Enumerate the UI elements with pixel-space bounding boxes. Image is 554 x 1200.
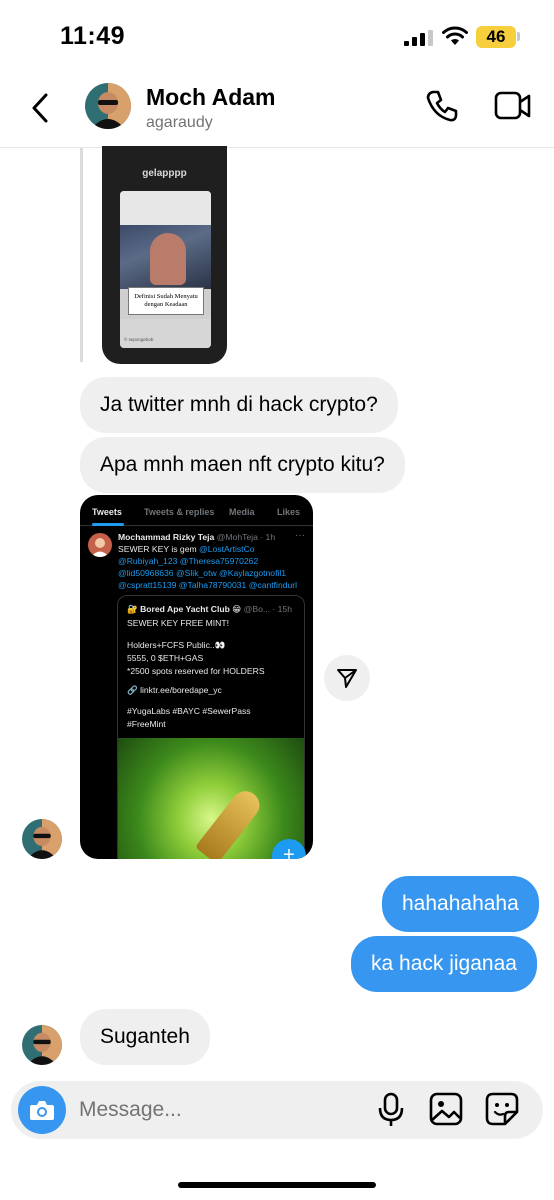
share-button[interactable] xyxy=(324,655,370,701)
home-indicator xyxy=(178,1182,376,1188)
tweet-text: SEWER KEY is gem xyxy=(118,544,200,554)
outgoing-message[interactable]: ka hack jiganaa xyxy=(351,936,537,992)
tab-media: Media xyxy=(229,507,255,517)
reply-thread-line xyxy=(80,148,83,362)
sewer-key-image xyxy=(194,785,266,859)
story-preview: Definisi Sudah Menyatu dengan Keadaan © … xyxy=(120,191,211,348)
tab-likes: Likes xyxy=(277,507,301,517)
avatar-image xyxy=(22,819,62,859)
sticker-button[interactable] xyxy=(485,1092,519,1131)
quoted-text: *2500 spots reserved for HOLDERS xyxy=(127,666,265,676)
audio-call-button[interactable] xyxy=(424,88,464,128)
tweet-mention: @LostArtistCo xyxy=(199,544,255,554)
video-call-button[interactable] xyxy=(494,90,534,130)
cellular-signal-icon xyxy=(404,30,433,46)
tweet-author-avatar xyxy=(88,533,112,557)
message-input[interactable] xyxy=(79,1091,359,1129)
more-icon: ··· xyxy=(295,530,305,541)
incoming-message[interactable]: Apa mnh maen nft crypto kitu? xyxy=(80,437,405,493)
quoted-media-image xyxy=(118,738,304,859)
tweet-handle: @MohTeja · 1h xyxy=(216,532,276,542)
contact-handle: agaraudy xyxy=(146,114,213,131)
battery-indicator: 46 xyxy=(476,26,516,48)
active-tab-indicator xyxy=(92,523,124,526)
quoted-author: 🔐 Bored Ape Yacht Club 😁 xyxy=(127,604,242,614)
quoted-tweet: 🔐 Bored Ape Yacht Club 😁 @Bo... · 15h SE… xyxy=(117,595,305,859)
wifi-icon xyxy=(442,26,468,45)
quoted-author-line: 🔐 Bored Ape Yacht Club 😁 @Bo... · 15h xyxy=(127,604,292,615)
quoted-hashtags: #YugaLabs #BAYC #SewerPass xyxy=(127,706,251,716)
camera-icon xyxy=(30,1101,54,1120)
phone-icon xyxy=(426,90,458,122)
voice-message-button[interactable] xyxy=(377,1092,405,1133)
image-icon xyxy=(429,1092,463,1126)
avatar-image xyxy=(22,1025,62,1065)
back-button[interactable] xyxy=(30,88,60,128)
chat-header: Moch Adam agaraudy xyxy=(0,72,554,148)
battery-cap xyxy=(517,32,520,41)
tab-tweets: Tweets xyxy=(92,507,122,517)
quoted-text: SEWER KEY FREE MINT! xyxy=(127,618,230,628)
camera-button[interactable] xyxy=(18,1086,66,1134)
incoming-message[interactable]: Suganteh xyxy=(80,1009,210,1065)
tweet-tabs: Tweets Tweets & replies Media Likes xyxy=(80,495,313,526)
contact-avatar[interactable] xyxy=(85,83,131,129)
paper-plane-icon xyxy=(337,669,357,688)
quoted-text: 5555, 0 $ETH+GAS xyxy=(127,653,204,663)
tab-tweets-replies: Tweets & replies xyxy=(144,507,215,517)
story-caption: gelapppp xyxy=(142,168,187,179)
quoted-link: 🔗 linktr.ee/boredape_yc xyxy=(127,685,222,695)
video-camera-icon xyxy=(494,91,531,120)
story-bottom-strip xyxy=(120,319,211,348)
tweet-text-line: SEWER KEY is gem @LostArtistCo xyxy=(118,544,255,554)
tweet-author-name: Mochammad Rizky Teja xyxy=(118,532,215,542)
shared-story-card[interactable]: gelapppp Definisi Sudah Menyatu dengan K… xyxy=(102,146,227,364)
incoming-message[interactable]: Ja twitter mnh di hack crypto? xyxy=(80,377,398,433)
message-composer xyxy=(11,1081,543,1139)
story-person-figure xyxy=(150,233,186,285)
avatar-image xyxy=(85,83,131,129)
quoted-text: Holders+FCFS Public..👀 xyxy=(127,640,226,650)
sender-avatar[interactable] xyxy=(22,1025,62,1065)
story-top-strip xyxy=(120,191,211,225)
story-credit: © sepongebob xyxy=(124,337,154,342)
microphone-icon xyxy=(378,1092,404,1126)
sender-avatar[interactable] xyxy=(22,819,62,859)
chevron-left-icon xyxy=(32,93,48,123)
tweet-mentions: @cspratt15139 @Talha78790031 @cantfindur… xyxy=(118,580,298,590)
status-time: 11:49 xyxy=(60,22,126,50)
tweet-author: Mochammad Rizky Teja @MohTeja · 1h xyxy=(118,532,275,542)
tweet-mentions: @Rubiyah_123 @Theresa75970262 xyxy=(118,556,259,566)
quoted-handle: @Bo... · 15h xyxy=(243,604,292,614)
tweet-mentions: @lid50968636 @Slik_otw @Kaylazgotnofil1 xyxy=(118,568,287,578)
gallery-button[interactable] xyxy=(429,1092,463,1131)
shared-tweet-screenshot[interactable]: Tweets Tweets & replies Media Likes Moch… xyxy=(80,495,313,859)
contact-name[interactable]: Moch Adam xyxy=(146,84,276,111)
outgoing-message[interactable]: hahahahaha xyxy=(382,876,539,932)
quoted-hashtags: #FreeMint xyxy=(127,719,166,729)
story-label: Definisi Sudah Menyatu dengan Keadaan xyxy=(128,287,204,315)
battery-level: 46 xyxy=(486,27,506,46)
sticker-icon xyxy=(485,1092,519,1126)
